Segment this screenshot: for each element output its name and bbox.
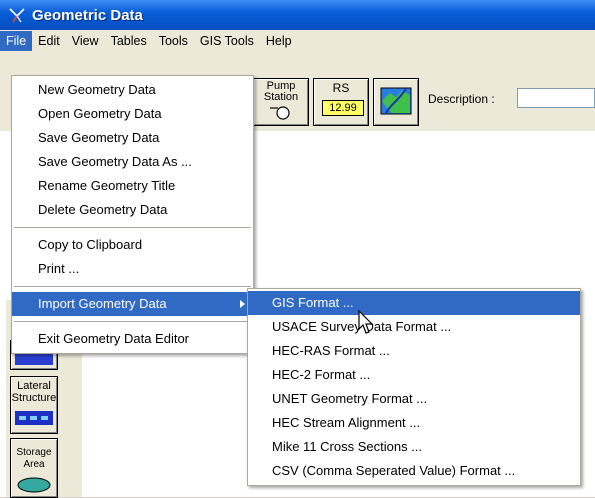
menu-view[interactable]: View — [66, 31, 105, 51]
import-submenu: GIS Format ... USACE Survey Data Format … — [247, 288, 581, 486]
map-icon — [380, 87, 412, 115]
submenu-item-usace-survey-data-format[interactable]: USACE Survey Data Format ... — [248, 315, 580, 339]
mouse-pointer-icon — [358, 310, 374, 334]
menu-item-save-geometry-data-as[interactable]: Save Geometry Data As ... — [12, 150, 253, 174]
title-bar[interactable]: Geometric Data — [0, 0, 595, 30]
storage-area-icon — [17, 477, 51, 493]
submenu-arrow-icon — [240, 300, 245, 308]
menu-separator — [14, 286, 251, 287]
storage-area-label-line2: Area — [23, 459, 45, 470]
menu-gis-tools[interactable]: GIS Tools — [194, 31, 260, 51]
pump-icon — [270, 106, 290, 120]
structure-icon — [15, 353, 53, 365]
submenu-item-hec-ras-format[interactable]: HEC-RAS Format ... — [248, 339, 580, 363]
menu-tools[interactable]: Tools — [153, 31, 194, 51]
menu-edit[interactable]: Edit — [32, 31, 66, 51]
menu-item-exit-geometry-data-editor[interactable]: Exit Geometry Data Editor — [12, 327, 253, 351]
lateral-structure-button[interactable]: Lateral Structure — [10, 376, 58, 434]
lateral-structure-label-line2: Structure — [11, 392, 57, 404]
lateral-structure-icon — [15, 411, 53, 425]
menu-item-print[interactable]: Print ... — [12, 257, 253, 281]
menu-file[interactable]: File — [0, 31, 33, 51]
geometric-data-window: Geometric Data File Edit View Tables Too… — [0, 0, 595, 498]
description-label: Description : — [428, 92, 495, 106]
menu-bar: File Edit View Tables Tools GIS Tools He… — [0, 30, 595, 52]
submenu-item-gis-format[interactable]: GIS Format ... — [248, 291, 580, 315]
storage-area-label-line1: Storage — [16, 447, 52, 458]
pump-station-label-line2: Station — [263, 91, 299, 103]
rs-value-tag: 12.99 — [322, 100, 364, 116]
menu-item-copy-to-clipboard[interactable]: Copy to Clipboard — [12, 233, 253, 257]
import-geometry-data-label: Import Geometry Data — [38, 296, 167, 311]
menu-item-import-geometry-data[interactable]: Import Geometry Data — [12, 292, 253, 316]
rs-value: 12.99 — [329, 102, 357, 114]
menu-tables[interactable]: Tables — [105, 31, 153, 51]
river-station-button[interactable]: RS 12.99 — [313, 78, 369, 126]
menu-separator — [14, 227, 251, 228]
description-input[interactable] — [517, 88, 595, 108]
gis-map-button[interactable] — [373, 78, 419, 126]
file-menu: New Geometry Data Open Geometry Data Sav… — [11, 75, 254, 354]
submenu-item-unet-geometry-format[interactable]: UNET Geometry Format ... — [248, 387, 580, 411]
window-title: Geometric Data — [32, 6, 143, 24]
submenu-item-mike-11-cross-sections[interactable]: Mike 11 Cross Sections ... — [248, 435, 580, 459]
pump-station-button[interactable]: Pump Station — [253, 78, 309, 126]
menu-item-save-geometry-data[interactable]: Save Geometry Data — [12, 126, 253, 150]
storage-area-button[interactable]: Storage Area — [10, 438, 58, 498]
menu-item-open-geometry-data[interactable]: Open Geometry Data — [12, 102, 253, 126]
lateral-structure-label-line1: Lateral — [17, 380, 51, 392]
menu-separator — [14, 321, 251, 322]
menu-item-rename-geometry-title[interactable]: Rename Geometry Title — [12, 174, 253, 198]
submenu-item-hec-2-format[interactable]: HEC-2 Format ... — [248, 363, 580, 387]
rs-label: RS — [332, 81, 350, 95]
menu-item-delete-geometry-data[interactable]: Delete Geometry Data — [12, 198, 253, 222]
menu-item-new-geometry-data[interactable]: New Geometry Data — [12, 78, 253, 102]
submenu-item-hec-stream-alignment[interactable]: HEC Stream Alignment ... — [248, 411, 580, 435]
submenu-item-csv-format[interactable]: CSV (Comma Seperated Value) Format ... — [248, 459, 580, 483]
menu-help[interactable]: Help — [260, 31, 298, 51]
hec-ras-app-icon — [8, 6, 26, 24]
